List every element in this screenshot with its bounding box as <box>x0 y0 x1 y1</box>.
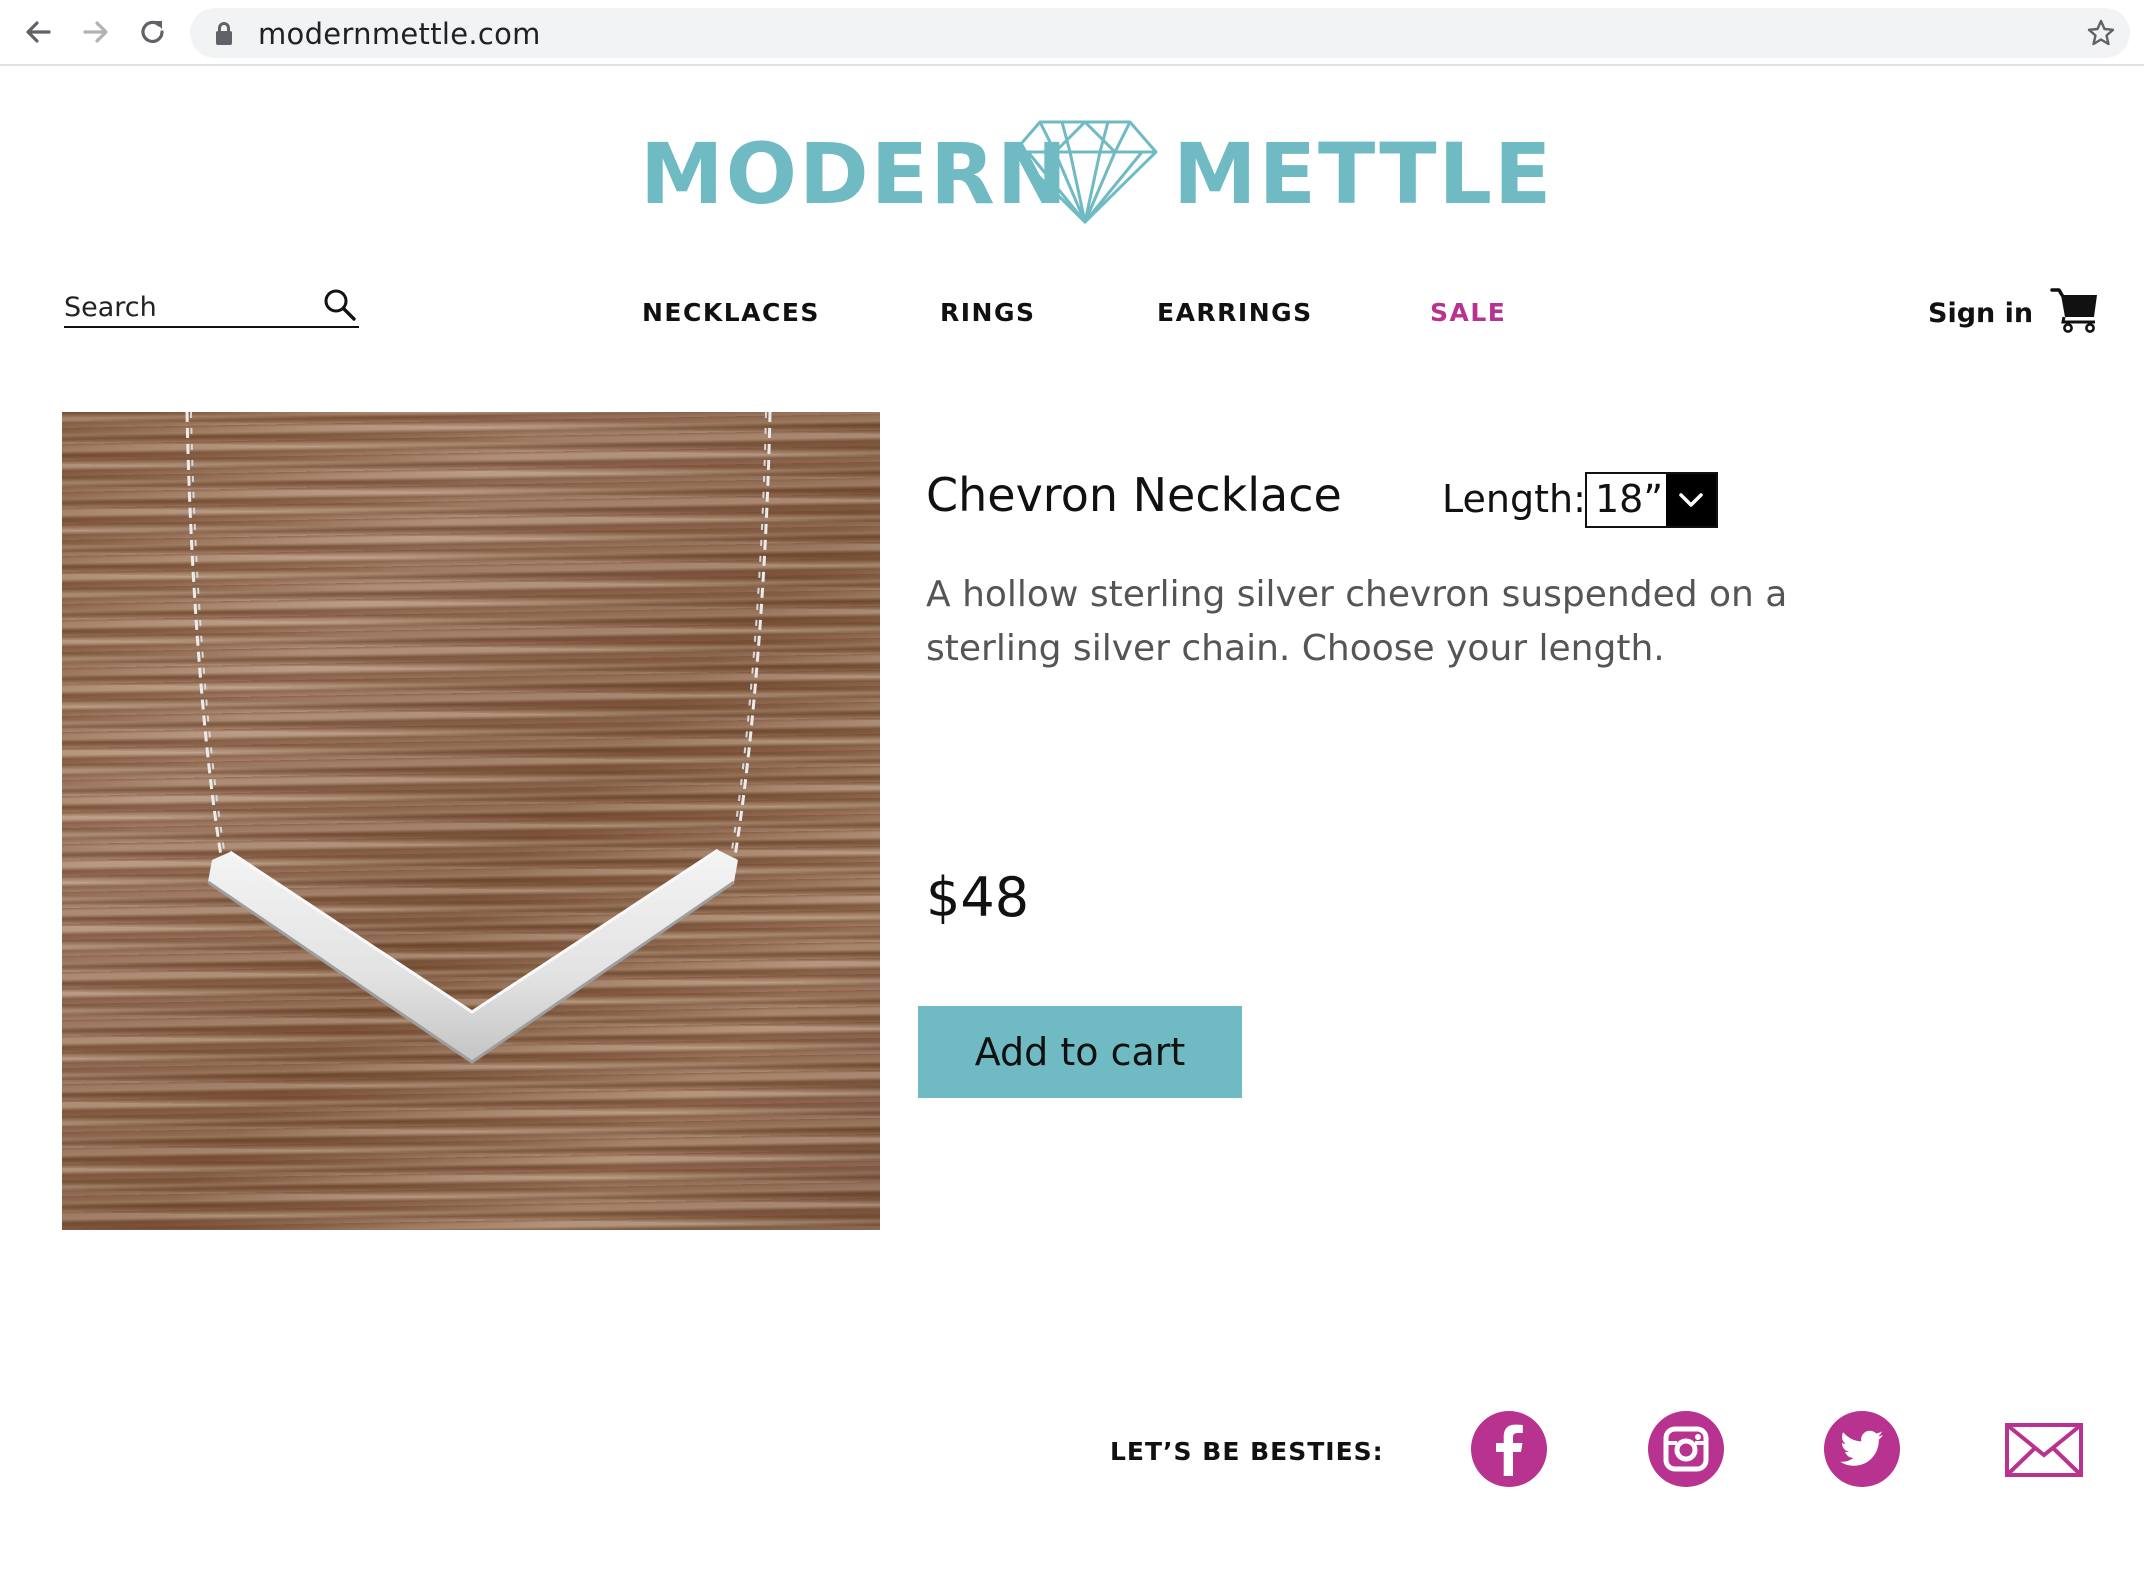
nav-sale[interactable]: SALE <box>1430 298 1506 327</box>
search-icon[interactable] <box>323 288 357 322</box>
diamond-icon <box>1012 120 1158 224</box>
nav-earrings[interactable]: EARRINGS <box>1157 298 1313 327</box>
arrow-left-icon <box>26 21 51 43</box>
arrow-right-icon <box>83 21 108 43</box>
length-selected-value: 18” <box>1595 477 1664 521</box>
bookmark-star-icon[interactable] <box>2086 18 2116 48</box>
lock-icon <box>216 22 232 45</box>
sign-in-link[interactable]: Sign in <box>1928 298 2033 329</box>
search-box <box>64 288 359 328</box>
length-dropdown-toggle[interactable] <box>1666 474 1716 526</box>
product-image <box>62 412 880 1230</box>
add-to-cart-button[interactable]: Add to cart <box>918 1006 1242 1098</box>
facebook-icon[interactable] <box>1470 1410 1548 1488</box>
logo-text-mettle: METTLE <box>1173 125 1554 223</box>
chevron-down-icon <box>1679 493 1703 507</box>
forward-button[interactable] <box>76 12 116 52</box>
product-title: Chevron Necklace <box>926 468 1342 522</box>
twitter-icon[interactable] <box>1823 1410 1901 1488</box>
social-label: LET’S BE BESTIES: <box>1110 1437 1384 1466</box>
site-logo[interactable]: MODERN METTLE <box>640 118 1551 230</box>
length-select[interactable]: 18” <box>1585 472 1718 528</box>
necklace-illustration <box>185 412 772 1064</box>
url-text: modernmettle.com <box>258 17 541 51</box>
nav-rings[interactable]: RINGS <box>940 298 1036 327</box>
logo-text-modern: MODERN <box>640 125 1070 223</box>
address-bar[interactable]: modernmettle.com <box>190 8 2130 58</box>
instagram-icon[interactable] <box>1647 1410 1725 1488</box>
length-label: Length: <box>1442 477 1586 521</box>
product-description: A hollow sterling silver chevron suspend… <box>926 574 1788 669</box>
product-price: $48 <box>926 866 1030 929</box>
search-input[interactable] <box>64 288 304 326</box>
browser-toolbar: modernmettle.com <box>0 0 2144 66</box>
nav-necklaces[interactable]: NECKLACES <box>642 298 820 327</box>
back-button[interactable] <box>18 12 58 52</box>
cart-icon[interactable] <box>2050 285 2100 335</box>
email-icon[interactable] <box>2004 1422 2084 1478</box>
reload-icon <box>141 20 164 44</box>
reload-button[interactable] <box>133 12 173 52</box>
